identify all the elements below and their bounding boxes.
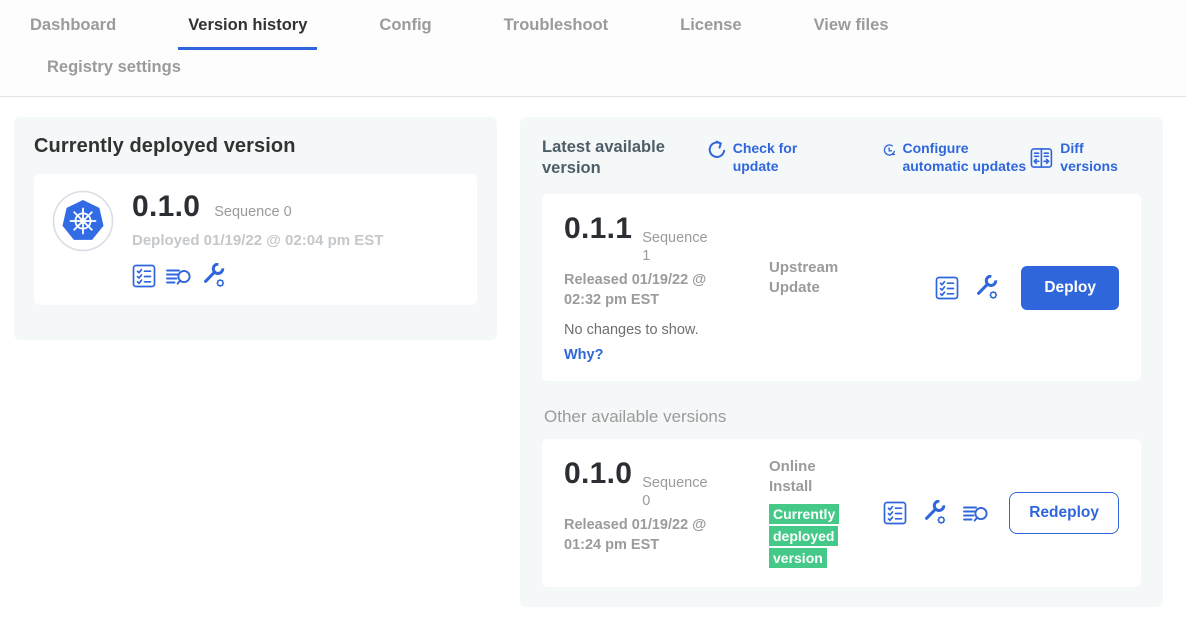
- wrench-gear-icon[interactable]: [974, 275, 1000, 301]
- version-row-0-1-1: 0.1.1 Sequence 1 Released 01/19/22 @ 02:…: [542, 194, 1141, 381]
- other-versions-heading: Other available versions: [544, 407, 1141, 427]
- check-for-update-link[interactable]: Check for update: [706, 140, 842, 175]
- configure-automatic-updates-link[interactable]: Configure automatic updates: [882, 140, 1031, 175]
- view-logs-icon[interactable]: [166, 266, 191, 287]
- tab-config[interactable]: Config: [369, 16, 441, 47]
- checklist-icon[interactable]: [935, 276, 959, 300]
- redeploy-button[interactable]: Redeploy: [1009, 492, 1119, 534]
- checklist-icon[interactable]: [132, 264, 156, 288]
- released-timestamp: Released 01/19/22 @ 01:24 pm EST: [564, 516, 739, 555]
- configure-automatic-updates-label: Configure automatic updates: [902, 140, 1030, 175]
- deployed-timestamp: Deployed 01/19/22 @ 02:04 pm EST: [132, 232, 383, 249]
- refresh-arrow-icon: [706, 140, 726, 161]
- version-source: Online Install: [769, 457, 859, 496]
- tab-view-files[interactable]: View files: [804, 16, 899, 47]
- currently-deployed-title: Currently deployed version: [34, 135, 477, 158]
- currently-deployed-card: Currently deployed version 0.1.0 Sequenc…: [14, 117, 497, 340]
- checklist-icon[interactable]: [883, 501, 907, 525]
- sequence-label: Sequence 0: [642, 475, 712, 510]
- deployed-version-number: 0.1.0: [132, 190, 200, 224]
- tab-troubleshoot[interactable]: Troubleshoot: [494, 16, 619, 47]
- top-nav: Dashboard Version history Config Trouble…: [0, 0, 1186, 97]
- tab-dashboard[interactable]: Dashboard: [20, 16, 126, 47]
- tab-registry-settings[interactable]: Registry settings: [37, 58, 191, 89]
- check-for-update-label: Check for update: [733, 140, 842, 175]
- no-changes-note: No changes to show.: [564, 322, 769, 338]
- version-row-0-1-0: 0.1.0 Sequence 0 Released 01/19/22 @ 01:…: [542, 439, 1141, 587]
- deployed-version-row: 0.1.0 Sequence 0 Deployed 01/19/22 @ 02:…: [34, 174, 477, 305]
- diff-versions-label: Diff versions: [1060, 140, 1141, 175]
- version-source: Upstream Update: [769, 258, 859, 297]
- wrench-gear-icon[interactable]: [201, 263, 227, 289]
- latest-available-title: Latest available version: [542, 137, 674, 178]
- version-number: 0.1.0: [564, 457, 632, 491]
- nav-tab-row-2: Registry settings: [0, 50, 1186, 89]
- tab-license[interactable]: License: [670, 16, 751, 47]
- wrench-gear-icon[interactable]: [922, 500, 948, 526]
- why-link[interactable]: Why?: [564, 347, 769, 363]
- sequence-label: Sequence 1: [642, 230, 712, 265]
- latest-available-card: Latest available version Check for updat…: [520, 117, 1163, 607]
- released-timestamp: Released 01/19/22 @ 02:32 pm EST: [564, 271, 739, 310]
- diff-versions-link[interactable]: Diff versions: [1030, 140, 1141, 175]
- version-number: 0.1.1: [564, 212, 632, 246]
- deployed-sequence-label: Sequence 0: [214, 204, 291, 220]
- scheduled-update-icon: [882, 140, 896, 161]
- currently-deployed-badge: Currently deployed version: [769, 504, 839, 567]
- tab-version-history[interactable]: Version history: [178, 16, 317, 50]
- view-logs-icon[interactable]: [963, 503, 988, 524]
- kubernetes-logo-icon: [52, 190, 114, 252]
- diff-versions-icon: [1030, 146, 1053, 170]
- deploy-button[interactable]: Deploy: [1021, 266, 1119, 310]
- nav-tab-row: Dashboard Version history Config Trouble…: [0, 0, 1186, 50]
